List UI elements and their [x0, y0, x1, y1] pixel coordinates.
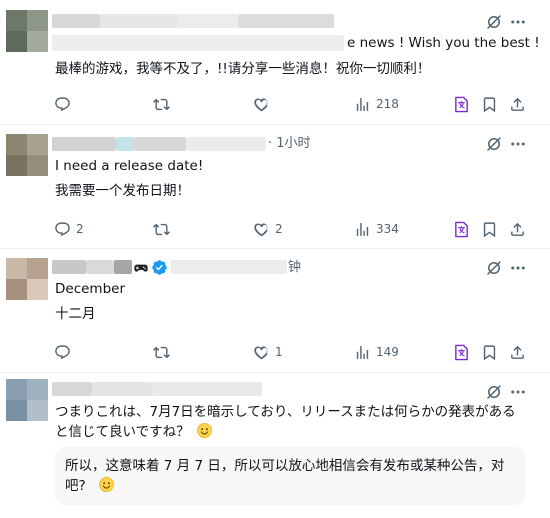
- avatar[interactable]: [6, 134, 48, 176]
- more-icon[interactable]: [509, 13, 527, 31]
- share-icon: [509, 96, 526, 113]
- more-icon[interactable]: [509, 383, 527, 401]
- grok-icon[interactable]: [485, 135, 503, 153]
- like-button[interactable]: 2: [253, 219, 283, 239]
- action-bar: 1 149: [52, 342, 542, 362]
- views-icon: [354, 96, 371, 113]
- repost-button[interactable]: [153, 94, 175, 114]
- bookmark-icon: [481, 96, 498, 113]
- views-icon: [354, 344, 371, 361]
- views-button[interactable]: 218: [354, 94, 399, 114]
- username-redacted: [52, 14, 100, 28]
- username-redacted: [86, 260, 114, 274]
- reply-icon: [54, 221, 71, 238]
- repost-icon: [153, 96, 170, 113]
- translate-button[interactable]: [453, 219, 470, 239]
- reply-button[interactable]: [54, 94, 76, 114]
- smile-emoji: [196, 422, 213, 439]
- like-button[interactable]: 1: [253, 342, 283, 362]
- post-text-translated: 最棒的游戏，我等不及了，!!请分享一些消息！祝你一切顺利！: [55, 61, 431, 77]
- reply-icon: [54, 344, 71, 361]
- translate-button[interactable]: [453, 94, 470, 114]
- repost-button[interactable]: [153, 219, 175, 239]
- action-bar: 2 2 334: [52, 219, 542, 239]
- repost-icon: [153, 344, 170, 361]
- views-icon: [354, 221, 371, 238]
- like-icon: [253, 96, 270, 113]
- grok-icon[interactable]: [485, 259, 503, 277]
- translate-icon: [453, 96, 470, 113]
- repost-button[interactable]: [153, 342, 175, 362]
- verified-badge-icon: [151, 259, 168, 276]
- username-redacted: [100, 14, 178, 28]
- post-text-original: e news ! Wish you the best !: [347, 35, 540, 51]
- repost-icon: [153, 221, 170, 238]
- username-redacted: [116, 137, 134, 151]
- handle-redacted: [238, 14, 334, 28]
- username-redacted: [52, 382, 92, 396]
- avatar[interactable]: [6, 258, 48, 300]
- username-redacted: [92, 382, 152, 396]
- share-icon: [509, 344, 526, 361]
- username-redacted: [52, 260, 86, 274]
- action-bar: 218: [52, 94, 542, 114]
- share-button[interactable]: [509, 219, 526, 239]
- post-text-original-line2: と信じて良いですね？: [55, 422, 213, 441]
- post-timestamp[interactable]: 钟: [288, 259, 301, 277]
- translate-icon: [453, 344, 470, 361]
- post-text-translated: 十二月: [55, 306, 96, 322]
- smile-emoji: [98, 476, 115, 493]
- translation-box: 所以，这意味着 7 月 7 日，所以可以放心地相信会有发布或某种公告，对 吧?: [55, 447, 525, 505]
- post-text-original: I need a release date!: [55, 158, 204, 174]
- bookmark-icon: [481, 344, 498, 361]
- reply-button[interactable]: [54, 342, 76, 362]
- translation-text-line2: 吧?: [65, 476, 115, 495]
- bookmark-button[interactable]: [481, 219, 498, 239]
- share-icon: [509, 221, 526, 238]
- username-redacted: [52, 137, 116, 151]
- reply-button[interactable]: 2: [54, 219, 84, 239]
- share-button[interactable]: [509, 342, 526, 362]
- bookmark-icon: [481, 221, 498, 238]
- views-button[interactable]: 334: [354, 219, 399, 239]
- grok-icon[interactable]: [485, 383, 503, 401]
- avatar[interactable]: [6, 10, 48, 52]
- views-button[interactable]: 149: [354, 342, 399, 362]
- text-redacted: [52, 35, 344, 51]
- translation-text: 所以，这意味着 7 月 7 日，所以可以放心地相信会有发布或某种公告，对: [65, 458, 505, 474]
- post-text-original: つまりこれは、7月7日を暗示しており、リリースまたは何らかの発表がある: [55, 404, 516, 420]
- post-text-translated: 我需要一个发布日期！: [55, 183, 190, 199]
- bookmark-button[interactable]: [481, 94, 498, 114]
- avatar[interactable]: [6, 379, 48, 421]
- reply-post[interactable]: 钟 December 十二月 1 149: [0, 248, 550, 373]
- bookmark-button[interactable]: [481, 342, 498, 362]
- username-redacted: [134, 137, 186, 151]
- like-button[interactable]: [253, 94, 275, 114]
- share-button[interactable]: [509, 94, 526, 114]
- reply-icon: [54, 96, 71, 113]
- handle-redacted: [152, 382, 262, 396]
- handle-redacted: [178, 14, 238, 28]
- handle-redacted: [171, 260, 287, 274]
- translate-button[interactable]: [453, 342, 470, 362]
- grok-icon[interactable]: [485, 13, 503, 31]
- more-icon[interactable]: [509, 259, 527, 277]
- translate-icon: [453, 221, 470, 238]
- post-text-original: December: [55, 281, 126, 297]
- username-redacted: [114, 260, 132, 274]
- post-timestamp[interactable]: · 1小时: [268, 135, 311, 153]
- reply-post[interactable]: · 1小时 I need a release date! 我需要一个发布日期！ …: [0, 124, 550, 249]
- gamepad-emoji: [133, 260, 149, 276]
- reply-post[interactable]: e news ! Wish you the best ! 最棒的游戏，我等不及了…: [0, 0, 550, 125]
- more-icon[interactable]: [509, 135, 527, 153]
- like-icon: [253, 344, 270, 361]
- handle-redacted: [186, 137, 266, 151]
- like-icon: [253, 221, 270, 238]
